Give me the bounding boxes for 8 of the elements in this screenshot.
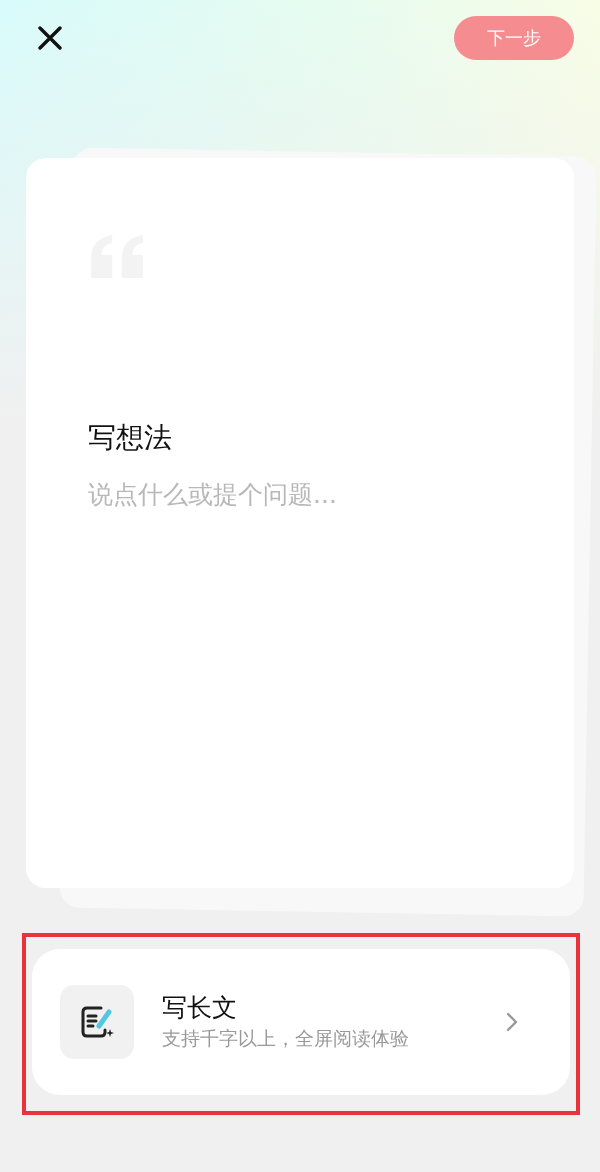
option-subtitle: 支持千字以上，全屏阅读体验	[162, 1026, 410, 1051]
editor-title: 写想法	[88, 420, 173, 456]
long-article-option[interactable]: 写长文 支持千字以上，全屏阅读体验	[32, 949, 570, 1095]
input-field[interactable]: 说点什么或提个问题...	[88, 478, 512, 518]
chevron-right-icon	[506, 1012, 518, 1032]
option-title: 写长文	[162, 992, 238, 1024]
close-icon[interactable]	[38, 26, 62, 50]
document-pen-icon	[60, 985, 134, 1059]
